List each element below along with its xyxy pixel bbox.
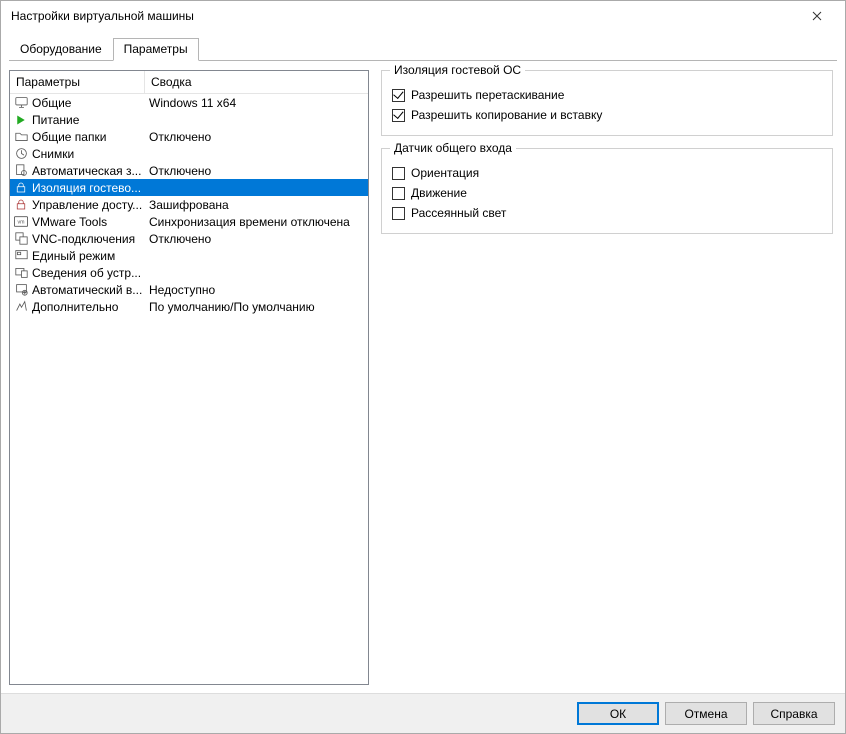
auto-icon — [14, 283, 28, 297]
list-item[interactable]: Общие папки Отключено — [10, 128, 368, 145]
list-item[interactable]: Общие Windows 11 x64 — [10, 94, 368, 111]
list-item[interactable]: Снимки — [10, 145, 368, 162]
list-item-name: Снимки — [32, 147, 74, 161]
window-title: Настройки виртуальной машины — [11, 9, 797, 23]
checkbox-icon — [392, 207, 405, 220]
adv-icon — [14, 300, 28, 314]
group-isolation: Изоляция гостевой ОС Разрешить перетаски… — [381, 70, 833, 136]
list-item[interactable]: Автоматический в...Недоступно — [10, 281, 368, 298]
list-item-name: VNC-подключения — [32, 232, 135, 246]
list-item[interactable]: Изоляция гостево... — [10, 179, 368, 196]
list-item[interactable]: Дополнительно По умолчанию/По умолчанию — [10, 298, 368, 315]
column-header-name[interactable]: Параметры — [10, 71, 145, 93]
checkbox-label: Разрешить перетаскивание — [411, 88, 564, 102]
checkbox-label: Движение — [411, 186, 467, 200]
list-item-summary: Синхронизация времени отключена — [145, 215, 368, 229]
monitor-icon — [14, 96, 28, 110]
checkbox-icon — [392, 187, 405, 200]
clock-icon — [14, 147, 28, 161]
tab-hardware[interactable]: Оборудование — [9, 38, 113, 61]
list-item[interactable]: Автоматическая з... Отключено — [10, 162, 368, 179]
group-sensor: Датчик общего входа Ориентация Движение … — [381, 148, 833, 234]
checkbox-label: Ориентация — [411, 166, 479, 180]
device-icon — [14, 266, 28, 280]
checkbox-allow-drag[interactable]: Разрешить перетаскивание — [392, 85, 822, 105]
options-list[interactable]: Общие Windows 11 x64 Питание Общие папки Отк… — [10, 94, 368, 684]
list-item-summary: Windows 11 x64 — [145, 96, 368, 110]
lock-red-icon — [14, 198, 28, 212]
column-header-summary[interactable]: Сводка — [145, 71, 368, 93]
ok-button[interactable]: ОК — [577, 702, 659, 725]
list-item-name: Изоляция гостево... — [32, 181, 141, 195]
list-item[interactable]: Управление досту...Зашифрована — [10, 196, 368, 213]
content-area: Параметры Сводка Общие Windows 11 x64 Пита… — [1, 62, 845, 693]
list-item-name: Единый режим — [32, 249, 115, 263]
options-list-pane: Параметры Сводка Общие Windows 11 x64 Пита… — [9, 70, 369, 685]
close-button[interactable] — [797, 2, 837, 30]
list-item-name: Общие папки — [32, 130, 106, 144]
unity-icon — [14, 249, 28, 263]
details-pane: Изоляция гостевой ОС Разрешить перетаски… — [377, 70, 837, 685]
lock-icon — [14, 181, 28, 195]
play-icon — [14, 113, 28, 127]
list-item[interactable]: VNC-подключения Отключено — [10, 230, 368, 247]
group-sensor-legend: Датчик общего входа — [390, 141, 516, 155]
list-item-summary: Отключено — [145, 232, 368, 246]
list-item[interactable]: Сведения об устр... — [10, 264, 368, 281]
checkbox-icon — [392, 109, 405, 122]
tab-options[interactable]: Параметры — [113, 38, 199, 61]
list-item-name: VMware Tools — [32, 215, 107, 229]
checkbox-label: Рассеянный свет — [411, 206, 506, 220]
checkbox-icon — [392, 89, 405, 102]
list-item[interactable]: Питание — [10, 111, 368, 128]
close-icon — [812, 11, 822, 21]
list-item[interactable]: Единый режим — [10, 247, 368, 264]
list-header: Параметры Сводка — [10, 71, 368, 94]
list-item-name: Дополнительно — [32, 300, 118, 314]
checkbox-orientation[interactable]: Ориентация — [392, 163, 822, 183]
list-item-name: Автоматический в... — [32, 283, 142, 297]
list-item-summary: Отключено — [145, 164, 368, 178]
list-item[interactable]: vm VMware Tools Синхронизация времени откл… — [10, 213, 368, 230]
checkbox-allow-copy-paste[interactable]: Разрешить копирование и вставку — [392, 105, 822, 125]
doc-gear-icon — [14, 164, 28, 178]
list-item-name: Автоматическая з... — [32, 164, 141, 178]
group-isolation-legend: Изоляция гостевой ОС — [390, 63, 525, 77]
vm-settings-window: Настройки виртуальной машины Оборудовани… — [0, 0, 846, 734]
checkbox-ambient-light[interactable]: Рассеянный свет — [392, 203, 822, 223]
vnc-icon — [14, 232, 28, 246]
list-item-summary: Отключено — [145, 130, 368, 144]
list-item-name: Управление досту... — [32, 198, 142, 212]
tab-bar: Оборудование Параметры — [1, 31, 845, 61]
dialog-footer: ОК Отмена Справка — [1, 693, 845, 733]
list-item-summary: По умолчанию/По умолчанию — [145, 300, 368, 314]
list-item-summary: Зашифрована — [145, 198, 368, 212]
list-item-name: Сведения об устр... — [32, 266, 141, 280]
list-item-name: Питание — [32, 113, 79, 127]
list-item-summary: Недоступно — [145, 283, 368, 297]
checkbox-label: Разрешить копирование и вставку — [411, 108, 602, 122]
help-button[interactable]: Справка — [753, 702, 835, 725]
titlebar: Настройки виртуальной машины — [1, 1, 845, 31]
cancel-button[interactable]: Отмена — [665, 702, 747, 725]
list-item-name: Общие — [32, 96, 71, 110]
checkbox-icon — [392, 167, 405, 180]
vmw-icon: vm — [14, 215, 28, 229]
svg-text:vm: vm — [18, 220, 26, 226]
checkbox-motion[interactable]: Движение — [392, 183, 822, 203]
folder-icon — [14, 130, 28, 144]
